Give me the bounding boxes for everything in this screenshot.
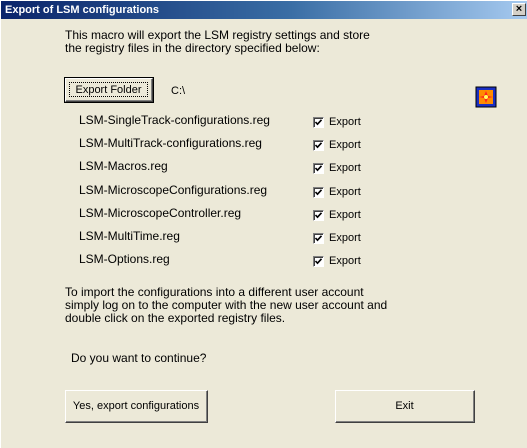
export-checkbox-label[interactable]: Export <box>329 116 361 128</box>
file-row: LSM-MultiTime.reg Export <box>79 229 379 251</box>
checkmark-icon <box>314 119 323 126</box>
export-checkbox-label[interactable]: Export <box>329 232 361 244</box>
export-checkbox-label[interactable]: Export <box>329 255 361 267</box>
export-checkbox-label[interactable]: Export <box>329 139 361 151</box>
file-name: LSM-MultiTime.reg <box>79 229 180 243</box>
exit-label: Exit <box>395 400 414 412</box>
title-bar[interactable]: Export of LSM configurations × <box>1 1 527 19</box>
window-title: Export of LSM configurations <box>5 4 159 16</box>
intro-line-2: the registry files in the directory spec… <box>65 41 320 55</box>
export-folder-button[interactable]: Export Folder <box>64 77 154 103</box>
export-checkbox-label[interactable]: Export <box>329 162 361 174</box>
exit-button[interactable]: Exit <box>335 390 475 423</box>
checkmark-icon <box>314 258 323 265</box>
export-checkbox[interactable] <box>313 186 324 198</box>
export-checkbox-label[interactable]: Export <box>329 209 361 221</box>
import-note: To import the configurations into a diff… <box>65 286 405 325</box>
file-row: LSM-SingleTrack-configurations.reg Export <box>79 113 379 135</box>
checkmark-icon <box>314 142 323 149</box>
close-button[interactable]: × <box>512 3 526 16</box>
file-row: LSM-MultiTrack-configurations.reg Export <box>79 136 379 158</box>
file-row: LSM-Options.reg Export <box>79 252 379 274</box>
file-name: LSM-Options.reg <box>79 252 170 267</box>
note-line-3: double click on the exported registry fi… <box>65 311 286 325</box>
yes-export-button[interactable]: Yes, export configurations <box>65 390 208 423</box>
yes-export-label: Yes, export configurations <box>72 400 200 412</box>
file-name: LSM-Macros.reg <box>79 159 168 174</box>
file-row: LSM-MicroscopeConfigurations.reg Export <box>79 183 379 205</box>
file-row: LSM-MicroscopeController.reg Export <box>79 206 379 228</box>
checkmark-icon <box>314 212 323 219</box>
lsm-app-icon <box>475 86 497 108</box>
export-dialog: Export of LSM configurations × This macr… <box>0 0 527 448</box>
file-name: LSM-MicroscopeController.reg <box>79 205 242 220</box>
file-name: LSM-MultiTrack-configurations.reg <box>79 136 262 151</box>
export-checkbox[interactable] <box>313 233 324 244</box>
continue-question: Do you want to continue? <box>71 351 207 365</box>
export-checkbox[interactable] <box>313 117 324 128</box>
close-icon: × <box>515 3 523 15</box>
intro-text: This macro will export the LSM registry … <box>65 29 395 55</box>
export-folder-label: Export Folder <box>75 83 142 96</box>
checkmark-icon <box>314 188 323 195</box>
export-checkbox[interactable] <box>313 256 324 268</box>
folder-path: C:\ <box>171 85 186 97</box>
file-name: LSM-MicroscopeConfigurations.reg <box>79 182 268 197</box>
export-checkbox[interactable] <box>313 140 324 152</box>
checkmark-icon <box>314 235 323 242</box>
file-row: LSM-Macros.reg Export <box>79 159 379 181</box>
export-checkbox-label[interactable]: Export <box>329 186 361 198</box>
export-checkbox[interactable] <box>313 163 324 175</box>
export-checkbox[interactable] <box>313 209 324 221</box>
file-name: LSM-SingleTrack-configurations.reg <box>79 113 270 127</box>
checkmark-icon <box>314 165 323 172</box>
